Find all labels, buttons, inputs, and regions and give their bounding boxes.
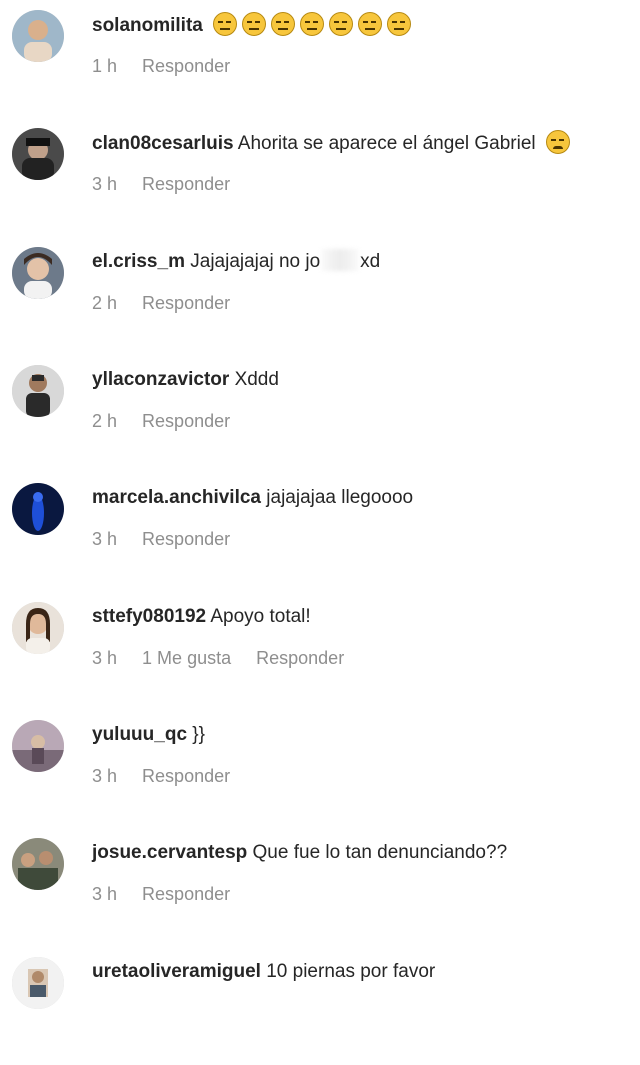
avatar[interactable] (12, 10, 64, 62)
comment-item: yuluuu_qc }} 3 h Responder (0, 710, 640, 828)
comment-item: clan08cesarluis Ahorita se aparece el án… (0, 118, 640, 236)
comment-time: 2 h (92, 293, 118, 313)
comment-item: uretaoliveramiguel 10 piernas por favor (0, 947, 640, 1065)
reply-button[interactable]: Responder (142, 529, 230, 549)
expressionless-face-icon (213, 12, 238, 36)
expressionless-face-icon (358, 12, 383, 36)
comment-meta: 3 h Responder (92, 766, 250, 787)
comment-meta: 3 h Responder (92, 529, 250, 550)
comment-text: jajajajaa llegoooo (266, 487, 414, 508)
comment-item: el.criss_m Jajajajajaj no jo xd 2 h Respo… (0, 237, 640, 355)
comment-text: Apoyo total! (210, 606, 311, 627)
comment-time: 1 h (92, 56, 118, 76)
avatar[interactable] (12, 602, 64, 654)
reply-button[interactable]: Responder (256, 648, 344, 668)
comment-time: 2 h (92, 411, 118, 431)
comment-line: yllaconzavictor Xddd (92, 367, 630, 393)
expressionless-face-icon (387, 12, 412, 36)
comment-username[interactable]: marcela.anchivilca (92, 487, 261, 508)
comment-line: marcela.anchivilca jajajajaa llegoooo (92, 485, 630, 511)
comment-meta: 2 h Responder (92, 293, 250, 314)
comment-item: josue.cervantesp Que fue lo tan denuncia… (0, 828, 640, 946)
reply-button[interactable]: Responder (142, 884, 230, 904)
comment-meta: 2 h Responder (92, 411, 250, 432)
comment-username[interactable]: solanomilita (92, 15, 203, 36)
comment-line: sttefy080192 Apoyo total! (92, 604, 630, 630)
reply-button[interactable]: Responder (142, 56, 230, 76)
avatar[interactable] (12, 128, 64, 180)
comment-item: sttefy080192 Apoyo total! 3 h 1 Me gusta… (0, 592, 640, 710)
comment-username[interactable]: el.criss_m (92, 251, 185, 272)
reply-button[interactable]: Responder (142, 411, 230, 431)
comment-line: uretaoliveramiguel 10 piernas por favor (92, 959, 630, 985)
comment-meta: 3 h 1 Me gusta Responder (92, 648, 364, 669)
reply-button[interactable]: Responder (142, 766, 230, 786)
comment-item: solanomilita 1 h Responder (0, 0, 640, 118)
reply-button[interactable]: Responder (142, 174, 230, 194)
expressionless-face-icon (300, 12, 325, 36)
avatar[interactable] (12, 720, 64, 772)
comment-username[interactable]: sttefy080192 (92, 606, 206, 627)
expressionless-face-icon (242, 12, 267, 36)
comment-username[interactable]: yuluuu_qc (92, 724, 187, 745)
avatar[interactable] (12, 957, 64, 1009)
comment-time: 3 h (92, 529, 118, 549)
comment-time: 3 h (92, 648, 118, 668)
comment-meta: 3 h Responder (92, 174, 250, 195)
avatar[interactable] (12, 483, 64, 535)
blurred-text (321, 249, 360, 271)
comment-time: 3 h (92, 766, 118, 786)
emoji-group (208, 12, 412, 36)
comment-item: marcela.anchivilca jajajajaa llegoooo 3 … (0, 473, 640, 591)
comment-text: Que fue lo tan denunciando?? (252, 842, 508, 863)
avatar[interactable] (12, 838, 64, 890)
comment-line: yuluuu_qc }} (92, 722, 630, 748)
expressionless-face-icon (329, 12, 354, 36)
comment-line: solanomilita (92, 12, 630, 39)
comment-text-after: xd (360, 251, 381, 272)
expressionless-face-icon (271, 12, 296, 36)
comment-username[interactable]: uretaoliveramiguel (92, 961, 261, 982)
comment-username[interactable]: clan08cesarluis (92, 133, 234, 154)
comments-list: solanomilita 1 h Responder clan08cesarlu… (0, 0, 640, 1019)
comment-text: Ahorita se aparece el ángel Gabriel (237, 133, 536, 154)
comment-line: clan08cesarluis Ahorita se aparece el án… (92, 130, 630, 157)
avatar[interactable] (12, 247, 64, 299)
comment-text: }} (192, 724, 205, 745)
avatar[interactable] (12, 365, 64, 417)
comment-username[interactable]: josue.cervantesp (92, 842, 247, 863)
comment-line: josue.cervantesp Que fue lo tan denuncia… (92, 840, 630, 866)
comment-time: 3 h (92, 884, 118, 904)
comment-meta: 3 h Responder (92, 884, 250, 905)
comment-text: 10 piernas por favor (266, 961, 436, 982)
comment-item: yllaconzavictor Xddd 2 h Responder (0, 355, 640, 473)
sad-face-icon (545, 130, 570, 154)
reply-button[interactable]: Responder (142, 293, 230, 313)
comment-likes[interactable]: 1 Me gusta (142, 648, 231, 668)
comment-username[interactable]: yllaconzavictor (92, 369, 229, 390)
comment-text: Xddd (234, 369, 279, 390)
comment-text: Jajajajajaj no jo (190, 251, 321, 272)
comment-line: el.criss_m Jajajajajaj no jo xd (92, 249, 630, 275)
comment-time: 3 h (92, 174, 118, 194)
comment-meta: 1 h Responder (92, 56, 250, 77)
